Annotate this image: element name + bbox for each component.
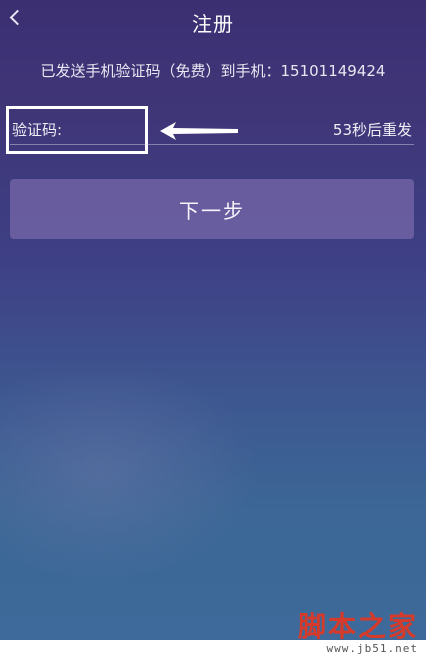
next-step-button[interactable]: 下一步 (10, 179, 414, 239)
site-watermark: 脚本之家 www.jb51.net (297, 610, 418, 656)
highlight-annotation-box (6, 106, 148, 154)
register-screen: 注册 已发送手机验证码（免费）到手机：15101149424 验证码: 53秒后… (0, 0, 426, 640)
code-sent-message: 已发送手机验证码（免费）到手机：15101149424 (40, 62, 386, 80)
input-underline (10, 144, 414, 145)
arrow-left-icon (160, 122, 238, 140)
page-title: 注册 (192, 12, 234, 36)
background-glow (0, 360, 260, 580)
resend-countdown: 53秒后重发 (332, 121, 412, 139)
watermark-url: www.jb51.net (326, 642, 418, 655)
watermark-logo: 脚本之家 (297, 610, 418, 643)
